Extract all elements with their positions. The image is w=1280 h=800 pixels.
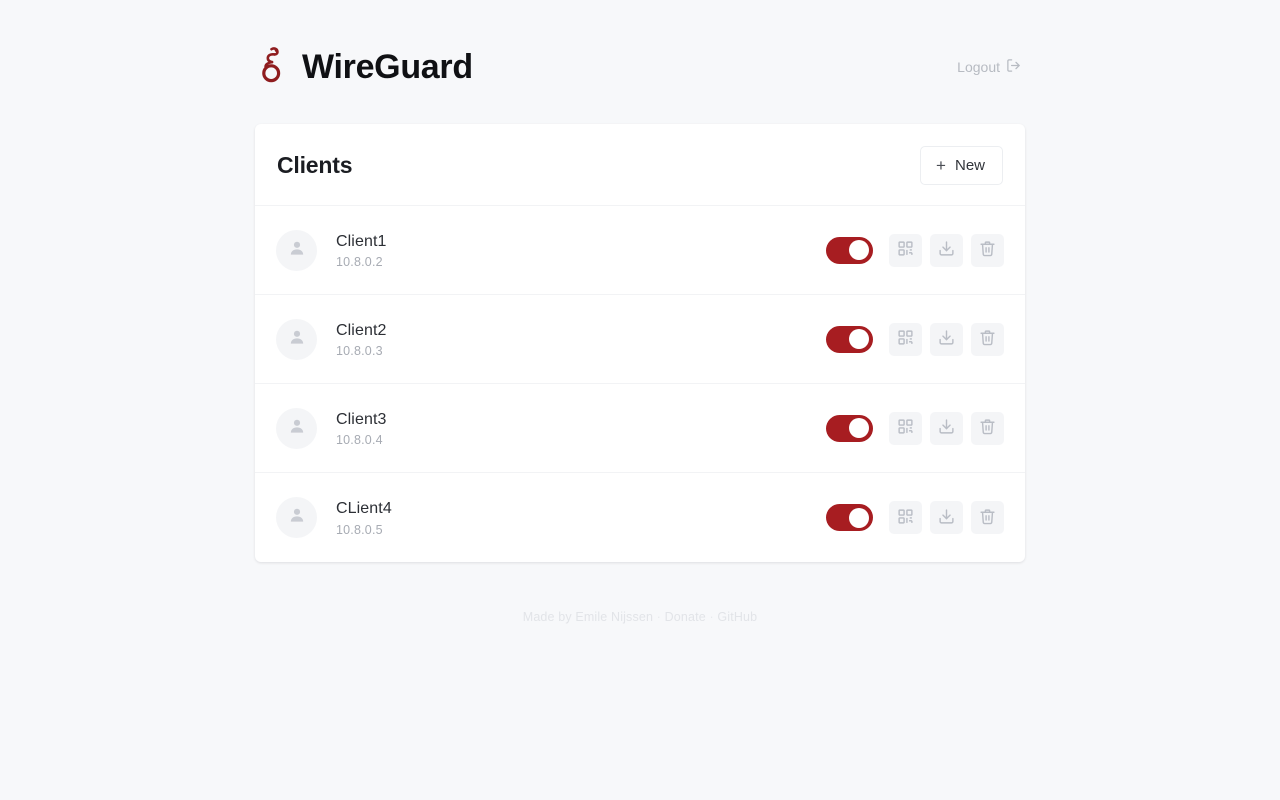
client-name: Client3 xyxy=(336,410,387,428)
toggle-knob xyxy=(849,507,869,528)
page-container: WireGuard Logout Clients + New Client1 1… xyxy=(255,0,1025,624)
download-icon xyxy=(938,418,955,438)
footer-github-link[interactable]: GitHub xyxy=(717,610,757,624)
logout-button[interactable]: Logout xyxy=(955,54,1023,80)
client-row[interactable]: Client2 10.8.0.3 xyxy=(255,295,1025,384)
user-avatar-icon xyxy=(287,327,307,352)
show-qr-button[interactable] xyxy=(889,233,922,267)
brand: WireGuard xyxy=(257,45,473,89)
download-config-button[interactable] xyxy=(930,411,963,445)
user-avatar-icon xyxy=(287,416,307,441)
client-ip: 10.8.0.3 xyxy=(336,344,383,359)
client-actions xyxy=(826,322,1004,356)
client-actions xyxy=(826,411,1004,445)
clients-card-header: Clients + New xyxy=(255,124,1025,206)
app-page: WireGuard Logout Clients + New Client1 1… xyxy=(0,0,1280,800)
avatar xyxy=(276,229,317,271)
client-info: Client3 10.8.0.4 xyxy=(336,409,826,448)
client-name: Client1 xyxy=(336,232,387,250)
client-row[interactable]: CLient4 10.8.0.5 xyxy=(255,473,1025,562)
client-name: Client2 xyxy=(336,321,387,339)
show-qr-button[interactable] xyxy=(889,411,922,445)
footer-separator: · xyxy=(709,610,714,624)
download-icon xyxy=(938,240,955,260)
download-config-button[interactable] xyxy=(930,322,963,356)
avatar xyxy=(276,407,317,449)
app-header: WireGuard Logout xyxy=(255,36,1025,98)
client-actions xyxy=(826,233,1004,267)
user-avatar-icon xyxy=(287,505,307,530)
avatar xyxy=(276,497,317,538)
new-client-button[interactable]: + New xyxy=(920,146,1003,185)
delete-client-button[interactable] xyxy=(971,233,1004,267)
qr-code-icon xyxy=(897,240,914,260)
new-client-label: New xyxy=(954,157,985,174)
download-config-button[interactable] xyxy=(930,501,963,534)
client-enabled-toggle[interactable] xyxy=(826,414,873,442)
logout-label: Logout xyxy=(957,59,1000,75)
delete-client-button[interactable] xyxy=(971,411,1004,445)
client-ip: 10.8.0.4 xyxy=(336,433,383,448)
avatar xyxy=(276,318,317,360)
toggle-knob xyxy=(849,240,869,260)
client-enabled-toggle[interactable] xyxy=(826,504,873,531)
client-info: Client2 10.8.0.3 xyxy=(336,320,826,359)
delete-client-button[interactable] xyxy=(971,501,1004,534)
client-ip: 10.8.0.2 xyxy=(336,255,383,270)
clients-card: Clients + New Client1 10.8.0.2 Client2 1… xyxy=(255,124,1025,562)
footer-separator: · xyxy=(656,610,661,624)
user-avatar-icon xyxy=(287,238,307,263)
download-icon xyxy=(938,329,955,349)
footer-made-by: Made by Emile Nijssen xyxy=(522,610,654,624)
client-actions xyxy=(826,501,1004,534)
qr-code-icon xyxy=(897,508,914,528)
client-enabled-toggle[interactable] xyxy=(826,236,873,264)
client-info: CLient4 10.8.0.5 xyxy=(336,498,826,537)
page-title: Clients xyxy=(277,152,353,178)
show-qr-button[interactable] xyxy=(889,322,922,356)
wireguard-dragon-logo-icon xyxy=(257,45,287,89)
client-enabled-toggle[interactable] xyxy=(826,325,873,353)
plus-icon: + xyxy=(936,156,946,175)
trash-icon xyxy=(979,240,996,260)
logout-arrow-icon xyxy=(1006,58,1021,76)
client-ip: 10.8.0.5 xyxy=(336,522,383,537)
qr-code-icon xyxy=(897,418,914,438)
client-info: Client1 10.8.0.2 xyxy=(336,231,826,270)
show-qr-button[interactable] xyxy=(889,501,922,534)
toggle-knob xyxy=(849,329,869,349)
trash-icon xyxy=(979,508,996,528)
client-row[interactable]: Client1 10.8.0.2 xyxy=(255,206,1025,295)
download-icon xyxy=(938,508,955,528)
qr-code-icon xyxy=(897,329,914,349)
client-row[interactable]: Client3 10.8.0.4 xyxy=(255,384,1025,473)
trash-icon xyxy=(979,418,996,438)
brand-title: WireGuard xyxy=(302,48,473,86)
download-config-button[interactable] xyxy=(930,233,963,267)
footer-donate-link[interactable]: Donate xyxy=(665,610,706,624)
trash-icon xyxy=(979,329,996,349)
footer: Made by Emile Nijssen · Donate · GitHub xyxy=(255,610,1025,624)
delete-client-button[interactable] xyxy=(971,322,1004,356)
client-name: CLient4 xyxy=(336,500,392,518)
toggle-knob xyxy=(849,418,869,438)
